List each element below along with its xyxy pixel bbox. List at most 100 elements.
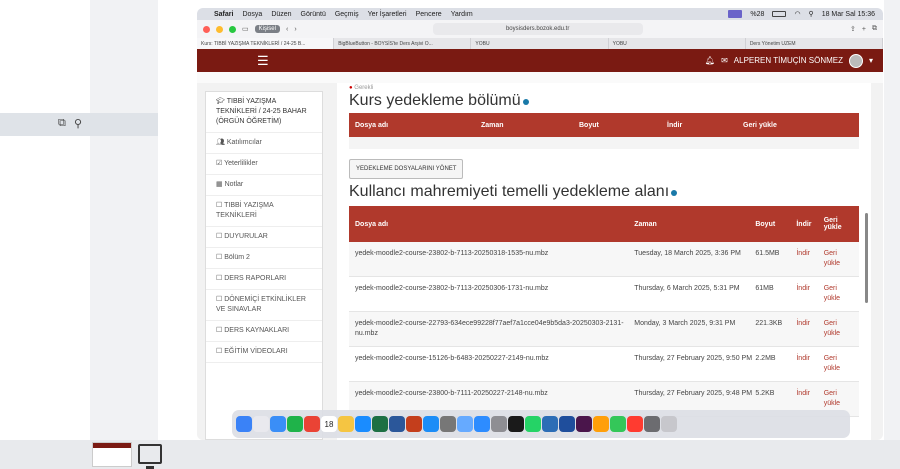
nav-section[interactable]: ☐ DÖNEMİÇİ ETKİNLİKLER VE SINAVLAR (206, 290, 322, 321)
restore-link[interactable]: Geri yükle (824, 284, 853, 304)
monitor-icon[interactable] (138, 444, 162, 469)
wifi-icon[interactable]: ◠ (794, 10, 800, 18)
word-dock-icon[interactable] (389, 416, 405, 432)
nav-section[interactable]: ☐ EĞİTİM VİDEOLARI (206, 342, 322, 363)
folder-icon: ☐ (216, 275, 225, 282)
restore-link[interactable]: Geri yükle (824, 249, 853, 269)
settings-dock-icon[interactable] (491, 416, 507, 432)
hamburger-menu-icon[interactable]: ☰ (257, 53, 269, 69)
menu-item[interactable]: Dosya (242, 11, 262, 18)
preview-dock-icon[interactable] (457, 416, 473, 432)
download-link[interactable]: İndir (796, 354, 823, 364)
tab-course[interactable]: Kurs: TIBBİ YAZIŞMA TEKNİKLERİ / 24-25 B… (197, 38, 335, 49)
reminders-dock-icon[interactable] (627, 416, 643, 432)
tab-uzem[interactable]: Ders Yönetim UZEM (746, 38, 883, 49)
trash-dock-icon[interactable] (661, 416, 677, 432)
download-link[interactable]: İndir (796, 389, 823, 399)
tab-overview-icon[interactable]: ⧉ (872, 25, 877, 33)
help-icon[interactable] (522, 99, 529, 105)
photos-dock-icon[interactable] (593, 416, 609, 432)
tab-yobu-1[interactable]: YOBU (471, 38, 609, 49)
file-time: Tuesday, 18 March 2025, 3:36 PM (634, 250, 741, 257)
download-link[interactable]: İndir (796, 284, 823, 294)
col-filename: Dosya adı (355, 121, 389, 129)
menu-item[interactable]: Pencere (416, 11, 442, 18)
nav-course-home[interactable]: 🎓︎ TIBBİ YAZIŞMA TEKNİKLERİ / 24-25 BAHA… (206, 92, 322, 133)
documents-dock-icon[interactable] (644, 416, 660, 432)
chat-icon[interactable]: ✉︎ (721, 56, 728, 65)
zoom-dock-icon[interactable] (474, 416, 490, 432)
nav-section[interactable]: ☐ DUYURULAR (206, 227, 322, 248)
vpn-dock-icon[interactable] (559, 416, 575, 432)
avatar[interactable] (848, 53, 863, 68)
minimize-window-icon[interactable] (216, 25, 223, 33)
file-time: Thursday, 27 February 2025, 9:50 PM (634, 355, 753, 362)
profile-button[interactable]: Kişisel (254, 25, 280, 33)
screen-share-icon[interactable] (728, 10, 743, 18)
search-icon[interactable]: ⚲ (809, 10, 814, 18)
chatgpt-dock-icon[interactable] (508, 416, 524, 432)
page-scrollbar[interactable] (865, 213, 868, 303)
file-size: 2.2MB (755, 355, 776, 362)
forward-icon[interactable]: › (294, 26, 296, 33)
share-icon[interactable]: ⇪ (850, 25, 856, 33)
search-doc-icon[interactable]: ⚲ (74, 117, 82, 130)
menu-item[interactable]: Görüntü (301, 11, 326, 18)
back-icon[interactable]: ‹ (286, 26, 288, 33)
battery-percent: %28 (750, 10, 765, 18)
restore-link[interactable]: Geri yükle (824, 389, 853, 409)
menu-item[interactable]: Düzen (271, 11, 291, 18)
bell-icon[interactable]: 🔔︎ (705, 56, 715, 65)
battery-icon[interactable] (772, 11, 787, 17)
tab-bbb[interactable]: BigBlueButton - BOYSİS'te Ders Arşivi O.… (334, 38, 472, 49)
nav-section[interactable]: ☐ Bölüm 2 (206, 248, 322, 269)
powerpoint-dock-icon[interactable] (406, 416, 422, 432)
whatsapp-dock-icon[interactable] (525, 416, 541, 432)
close-window-icon[interactable] (203, 25, 210, 33)
copy-icon[interactable]: ⧉ (58, 117, 66, 130)
messages-dock-icon[interactable] (610, 416, 626, 432)
user-menu-caret-icon[interactable]: ▾ (869, 56, 873, 65)
file-size: 5.2KB (755, 390, 775, 397)
safari-dock-icon[interactable] (355, 416, 371, 432)
menu-item[interactable]: Geçmiş (335, 11, 359, 18)
restore-link[interactable]: Geri yükle (824, 354, 853, 374)
appstore-dock-icon[interactable] (423, 416, 439, 432)
excel-dock-icon[interactable] (372, 416, 388, 432)
safari-toolbar: ▭ Kişisel ‹ › boysisders.bozok.edu.tr ⇪ … (197, 20, 883, 38)
nav-competencies[interactable]: ☑ Yeterlilikler (206, 154, 322, 175)
course-backup-heading: Kurs yedekleme bölümü (349, 92, 859, 110)
folder-icon: ☐ (216, 327, 225, 334)
download-link[interactable]: İndir (796, 249, 823, 259)
download-link[interactable]: İndir (796, 319, 823, 329)
notes-dock-icon[interactable] (338, 416, 354, 432)
manage-backups-button[interactable]: YEDEKLEME DOSYALARINI YÖNET (349, 159, 464, 179)
nav-grades[interactable]: ▦ Notlar (206, 175, 322, 196)
help-icon[interactable] (671, 190, 678, 196)
restore-link[interactable]: Geri yükle (824, 319, 853, 339)
menu-item[interactable]: Yardım (451, 11, 473, 18)
sidebar-icon[interactable]: ▭ (242, 25, 249, 33)
user-name[interactable]: ALPEREN TİMUÇİN SÖNMEZ (734, 56, 843, 65)
menu-item[interactable]: Yer İşaretleri (368, 11, 407, 18)
keychain-dock-icon[interactable] (440, 416, 456, 432)
zoom-window-icon[interactable] (229, 25, 236, 33)
facetime-dock-icon[interactable] (287, 416, 303, 432)
mail-dock-icon[interactable] (270, 416, 286, 432)
window-thumbnail[interactable] (92, 442, 132, 467)
nav-section[interactable]: ☐ DERS RAPORLARI (206, 269, 322, 290)
url-bar[interactable]: boysisders.bozok.edu.tr (432, 23, 643, 35)
menu-app-name[interactable]: Safari (214, 11, 233, 18)
slack-dock-icon[interactable] (576, 416, 592, 432)
launchpad-dock-icon[interactable] (253, 416, 269, 432)
nav-section[interactable]: ☐ TIBBİ YAZIŞMA TEKNİKLERİ (206, 196, 322, 227)
clock[interactable]: 18 Mar Sal 15:36 (822, 11, 875, 18)
tab-yobu-2[interactable]: YOBU (609, 38, 746, 49)
new-tab-icon[interactable]: + (862, 26, 866, 33)
finder-dock-icon[interactable] (236, 416, 252, 432)
chrome-dock-icon[interactable] (304, 416, 320, 432)
calendar-dock-icon[interactable]: 18 (321, 416, 337, 432)
nav-section[interactable]: ☐ DERS KAYNAKLARI (206, 321, 322, 342)
files-dock-icon[interactable] (542, 416, 558, 432)
nav-participants[interactable]: 👥︎ Katılımcılar (206, 133, 322, 154)
